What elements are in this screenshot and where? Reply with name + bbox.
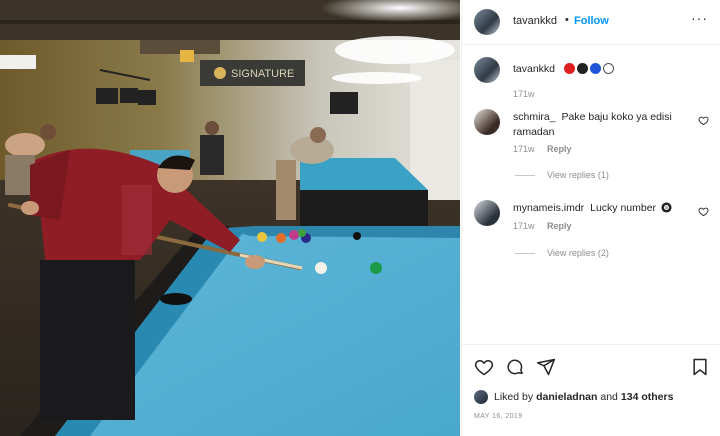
blue-circle-icon	[589, 63, 601, 74]
comment-item: schmira_ Pake baju koko ya edisi ramadan…	[462, 108, 720, 188]
heart-icon[interactable]	[698, 206, 709, 217]
caption-row: tavankkd 171w	[462, 57, 720, 107]
likes-prefix: Liked by	[494, 391, 534, 403]
heart-icon[interactable]	[698, 115, 709, 126]
comment-item: mynameis.imdr Lucky number 8 171w Reply …	[462, 198, 720, 278]
author-avatar[interactable]	[474, 57, 500, 83]
post-photo[interactable]: SIGNATURE	[0, 0, 460, 436]
more-options-icon[interactable]: ···	[691, 10, 708, 26]
comment-timestamp: 171w	[513, 221, 535, 231]
heart-icon[interactable]	[474, 357, 494, 377]
commenter-avatar[interactable]	[474, 200, 500, 226]
caption-meta: 171w	[513, 89, 535, 99]
commenter-username[interactable]: schmira_	[513, 111, 556, 123]
comment-text: mynameis.imdr Lucky number 8	[513, 201, 693, 216]
follow-button[interactable]: Follow	[574, 15, 609, 27]
separator-dot: •	[565, 14, 569, 26]
comment-body: Lucky number	[590, 202, 657, 214]
caption-username[interactable]: tavankkd	[513, 63, 555, 75]
replies-divider	[515, 174, 535, 176]
comment-meta: 171w Reply	[513, 221, 572, 231]
liker-avatar[interactable]	[474, 390, 488, 404]
signature-sign: SIGNATURE	[231, 68, 294, 80]
view-replies-button[interactable]: View replies (1)	[515, 170, 609, 180]
replies-divider	[515, 252, 535, 254]
black-circle-icon	[576, 63, 588, 74]
commenter-avatar[interactable]	[474, 109, 500, 135]
bookmark-icon[interactable]	[690, 357, 710, 377]
post-date[interactable]: MAY 16, 2019	[474, 413, 523, 420]
view-replies-label: View replies (2)	[547, 248, 609, 258]
view-replies-button[interactable]: View replies (2)	[515, 248, 609, 258]
author-username[interactable]: tavankkd	[513, 15, 557, 27]
post-actions: Liked by danieladnan and 134 others MAY …	[462, 344, 720, 436]
red-circle-icon	[563, 63, 575, 74]
caption-text: tavankkd	[513, 62, 693, 77]
billiards-scene: SIGNATURE	[0, 0, 460, 436]
author-avatar[interactable]	[474, 9, 500, 35]
liker-username[interactable]: danieladnan	[536, 391, 597, 403]
comment-text: schmira_ Pake baju koko ya edisi ramadan	[513, 110, 693, 140]
view-replies-label: View replies (1)	[547, 170, 609, 180]
post-side-panel: tavankkd • Follow ··· tavankkd 171w schm…	[461, 0, 720, 436]
reply-button[interactable]: Reply	[547, 221, 572, 231]
likes-others[interactable]: 134 others	[621, 391, 674, 403]
comments-list: tavankkd 171w schmira_ Pake baju koko ya…	[462, 45, 720, 345]
likes-summary: Liked by danieladnan and 134 others	[474, 390, 676, 404]
comment-meta: 171w Reply	[513, 144, 572, 154]
commenter-username[interactable]: mynameis.imdr	[513, 202, 584, 214]
comment-timestamp: 171w	[513, 144, 535, 154]
caption-timestamp: 171w	[513, 89, 535, 99]
caption-circles	[563, 63, 614, 74]
post-header: tavankkd • Follow ···	[462, 0, 720, 45]
share-icon[interactable]	[536, 357, 556, 377]
eight-ball-icon: 8	[661, 202, 672, 213]
likes-joiner: and	[600, 391, 618, 403]
white-circle-icon	[602, 63, 614, 74]
comment-icon[interactable]	[505, 357, 525, 377]
reply-button[interactable]: Reply	[547, 144, 572, 154]
